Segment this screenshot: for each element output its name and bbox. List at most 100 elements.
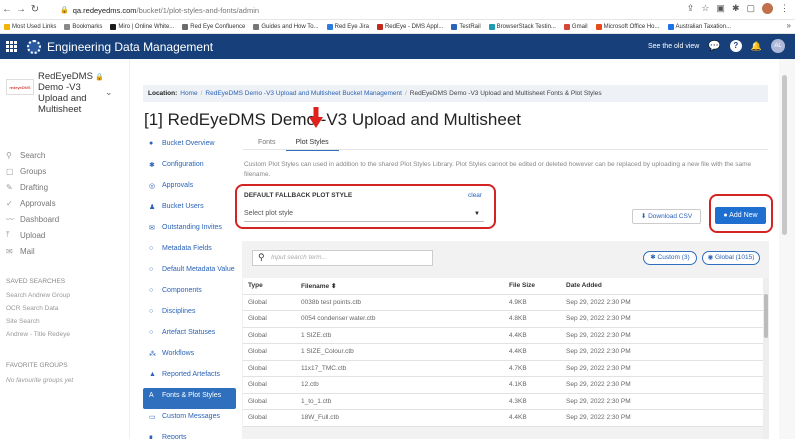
bookmark-item[interactable]: Red Eye Confluence	[182, 23, 245, 30]
bookmark-icon	[4, 23, 10, 30]
address-bar[interactable]: 🔒 qa.redeyedms.com /bucket/1/plot-styles…	[60, 3, 690, 17]
table-row[interactable]: Global 12.ctb 4.1KB Sep 29, 2022 2:30 PM	[243, 377, 763, 394]
avatar[interactable]: AL	[771, 39, 785, 53]
profile-icon[interactable]	[762, 3, 773, 14]
sidebar-item-mail[interactable]: ✉ Mail	[6, 243, 59, 259]
table-row[interactable]: Global 1 SIZE_Colour.ctb 4.4KB Sep 29, 2022…	[243, 344, 763, 361]
table-row[interactable]: Global 18W_Full.ctb 4.4KB Sep 29, 2022 2:30…	[243, 410, 763, 427]
window-icon[interactable]: ▢	[746, 3, 755, 14]
breadcrumb-label: Location:	[148, 90, 178, 97]
side-nav: ⚲ Search ▢ Groups ✎ Drafting ✓ Approvals 〰 Dashbo…	[6, 147, 59, 259]
saved-search-link[interactable]: Site Search	[6, 318, 40, 325]
subnav-item-outstanding-invites[interactable]: ✉ Outstanding Invites	[143, 220, 236, 241]
table-row[interactable]: Global 0038b test points.ctb 4.9KB Sep 29, …	[243, 295, 763, 311]
sidebar-item-upload[interactable]: ⤒ Upload	[6, 227, 59, 243]
bookmark-item[interactable]: BrowserStack Testin...	[488, 23, 556, 30]
subnav-item-metadata-fields[interactable]: ○ Metadata Fields	[143, 241, 236, 262]
saved-search-link[interactable]: Andrew - Title Redeye	[6, 331, 70, 338]
filter-custom-button[interactable]: ✱ Custom (3)	[643, 251, 697, 265]
approvals-icon: ◎	[149, 183, 156, 190]
column-date-added: Date Added	[566, 282, 602, 290]
bookmark-item[interactable]: Australian Taxation...	[667, 23, 731, 30]
cell-date-added: Sep 29, 2022 2:30 PM	[566, 397, 631, 405]
sidebar-item-label: Dashboard	[20, 214, 60, 224]
sidebar-item-approvals[interactable]: ✓ Approvals	[6, 195, 59, 211]
subnav-item-disciplines[interactable]: ○ Disciplines	[143, 304, 236, 325]
bookmarks-more[interactable]: »	[787, 21, 791, 30]
cell-type: Global	[248, 315, 267, 323]
reported-artefacts-icon: ▲	[149, 371, 156, 378]
cell-file-size: 4.8KB	[509, 315, 527, 323]
logo-icon	[27, 39, 41, 54]
cell-type: Global	[248, 364, 267, 372]
see-old-view-link[interactable]: See the old view	[648, 43, 699, 50]
forward-icon[interactable]: →	[14, 4, 28, 15]
star-icon[interactable]: ☆	[701, 3, 709, 14]
apps-grid-icon[interactable]	[6, 40, 18, 53]
table-row[interactable]: Global 1_to_1.ctb 4.3KB Sep 29, 2022 2:30 P…	[243, 394, 763, 410]
search-input[interactable]: ⚲ Input search term...	[252, 250, 433, 266]
extension-icon[interactable]: ▣	[716, 3, 725, 14]
back-icon[interactable]: ←	[0, 4, 14, 15]
url-host: qa.redeyedms.com	[72, 5, 137, 15]
bookmark-item[interactable]: TestRail	[451, 23, 481, 30]
subnav-item-bucket-overview[interactable]: ● Bucket Overview	[143, 136, 236, 157]
sidebar-item-drafting[interactable]: ✎ Drafting	[6, 179, 59, 195]
subnav-item-configuration[interactable]: ✱ Configuration	[143, 157, 236, 178]
fallback-clear-link[interactable]: clear	[468, 192, 482, 199]
bell-icon[interactable]: 🔔	[751, 41, 762, 52]
reload-icon[interactable]: ↻	[28, 4, 42, 15]
cell-filename: 11x17_TMC.ctb	[301, 364, 347, 372]
table-row[interactable]: Global 11x17_TMC.ctb 4.7KB Sep 29, 2022 2:3…	[243, 361, 763, 377]
bookmark-item[interactable]: RedEye - DMS Appl...	[376, 23, 443, 30]
bookmark-item[interactable]: Most Used Links	[4, 23, 56, 30]
saved-search-link[interactable]: Search Andrew Group	[6, 292, 70, 299]
column-filename[interactable]: Filename ⬍	[301, 282, 509, 290]
sidebar-item-dashboard[interactable]: 〰 Dashboard	[6, 211, 59, 227]
subnav-item-components[interactable]: ○ Components	[143, 283, 236, 304]
add-new-button[interactable]: ● Add New	[715, 207, 766, 224]
cell-type: Global	[248, 331, 267, 339]
bookmark-item[interactable]: Miro | Online White...	[110, 23, 174, 30]
bookmark-item[interactable]: Red Eye Jira	[326, 23, 369, 30]
puzzle-icon[interactable]: ✱	[732, 3, 740, 14]
chat-icon[interactable]: 💬	[708, 41, 720, 52]
subnav-item-reports[interactable]: ▮ Reports	[143, 430, 236, 439]
subnav-item-approvals[interactable]: ◎ Approvals	[143, 178, 236, 199]
share-icon[interactable]: ⇪	[687, 3, 695, 14]
breadcrumb-home[interactable]: Home	[180, 90, 197, 97]
bookmark-item[interactable]: Gmail	[563, 23, 588, 30]
filter-global-button[interactable]: ◉ Global (1015)	[702, 251, 760, 265]
subnav-item-fonts-plot-styles[interactable]: A Fonts & Plot Styles	[143, 388, 236, 409]
subnav-item-workflows[interactable]: ⁂ Workflows	[143, 346, 236, 367]
subnav-item-default-metadata-value[interactable]: ○ Default Metadata Value	[143, 262, 236, 283]
menu-icon[interactable]: ⋮	[780, 3, 789, 14]
breadcrumb-bucket-management[interactable]: RedEyeDMS Demo -V3 Upload and Multisheet…	[205, 90, 402, 97]
download-csv-button[interactable]: ⬇ Download CSV	[632, 209, 701, 224]
sidebar-item-search[interactable]: ⚲ Search	[6, 147, 59, 163]
table-row[interactable]: Global 0054 condenser water.ctb 4.8KB Sep 2…	[243, 311, 763, 328]
help-icon[interactable]: ?	[729, 40, 742, 52]
sidebar-item-label: Groups	[20, 166, 47, 176]
page-scroll-thumb[interactable]	[782, 75, 787, 235]
sidebar-item-label: Approvals	[20, 198, 56, 208]
configuration-icon: ✱	[149, 162, 155, 169]
fallback-plot-style-select[interactable]: Select plot style ▼	[244, 206, 484, 222]
bookmark-label: Red Eye Jira	[334, 23, 369, 30]
chevron-down-icon[interactable]: ⌄	[105, 87, 113, 98]
sidebar-item-groups[interactable]: ▢ Groups	[6, 163, 59, 179]
metadata-fields-icon: ○	[149, 245, 154, 252]
subnav-item-label: Configuration	[162, 161, 204, 168]
bookmark-item[interactable]: Bookmarks	[64, 23, 102, 30]
subnav-item-reported-artefacts[interactable]: ▲ Reported Artefacts	[143, 367, 236, 388]
subnav-item-label: Bucket Overview	[162, 140, 215, 147]
table-row[interactable]: Global 1 SIZE.ctb 4.4KB Sep 29, 2022 2:30 P…	[243, 328, 763, 344]
subnav-item-custom-messages[interactable]: ▭ Custom Messages	[143, 409, 236, 430]
subnav-item-bucket-users[interactable]: ♟ Bucket Users	[143, 199, 236, 220]
table-scroll-thumb[interactable]	[764, 294, 768, 338]
bookmark-item[interactable]: Microsoft Office Ho...	[595, 23, 660, 30]
bookmark-item[interactable]: Guides and How To...	[253, 23, 319, 30]
subnav-item-artefact-statuses[interactable]: ○ Artefact Statuses	[143, 325, 236, 346]
red-arrow-annotation	[309, 107, 323, 128]
saved-search-link[interactable]: OCR Search Data	[6, 305, 58, 312]
